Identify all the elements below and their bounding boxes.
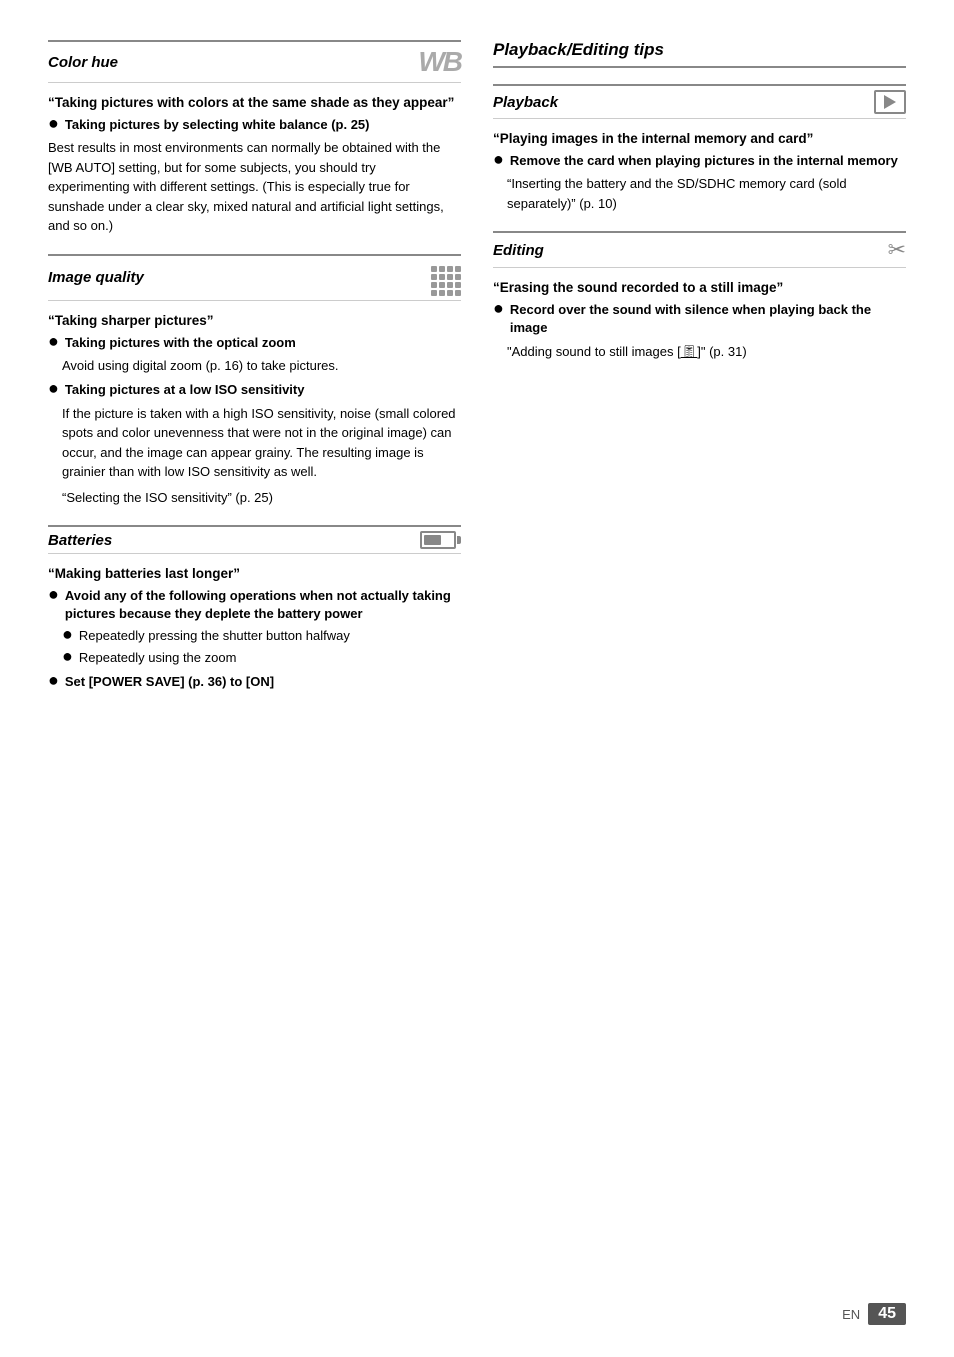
image-quality-bullet2-text: Taking pictures at a low ISO sensitivity [65, 381, 305, 399]
bullet-dot: ● [48, 585, 59, 603]
image-quality-header: Image quality [48, 254, 461, 301]
editing-subsection: “Erasing the sound recorded to a still i… [493, 280, 906, 361]
playback-icon [874, 90, 906, 114]
batteries-sub-bullet1-text: Repeatedly pressing the shutter button h… [79, 627, 350, 645]
color-hue-bullet1-text: Taking pictures by selecting white balan… [65, 116, 370, 134]
scissors-icon: ✂ [888, 237, 906, 263]
en-label: EN [842, 1307, 860, 1322]
wb-icon: WB [418, 46, 461, 78]
batteries-subsection: “Making batteries last longer” ● Avoid a… [48, 566, 461, 691]
batteries-title: Batteries [48, 532, 112, 549]
playback-title: Playback [493, 94, 558, 111]
batteries-bullet2-text: Set [POWER SAVE] (p. 36) to [ON] [65, 673, 274, 691]
image-quality-bullet1: ● Taking pictures with the optical zoom [48, 334, 461, 352]
playback-header: Playback [493, 84, 906, 119]
image-quality-subsection: “Taking sharper pictures” ● Taking pictu… [48, 313, 461, 507]
bullet-dot: ● [493, 299, 504, 317]
bullet-dot-small: ● [62, 625, 73, 643]
batteries-bullet1: ● Avoid any of the following operations … [48, 587, 461, 623]
color-hue-title: Color hue [48, 54, 118, 71]
bullet-dot-small: ● [62, 647, 73, 665]
bullet-dot: ● [48, 114, 59, 132]
color-hue-bullet1: ● Taking pictures by selecting white bal… [48, 116, 461, 134]
image-quality-title: Image quality [48, 269, 144, 286]
bullet-dot: ● [48, 332, 59, 350]
editing-body: "Adding sound to still images [🎚]" (p. 3… [507, 342, 906, 362]
editing-heading: “Erasing the sound recorded to a still i… [493, 280, 906, 295]
editing-header: Editing ✂ [493, 231, 906, 268]
batteries-bullet1-text: Avoid any of the following operations wh… [65, 587, 461, 623]
bullet-dot: ● [493, 150, 504, 168]
battery-icon [420, 531, 461, 549]
batteries-header: Batteries [48, 525, 461, 554]
playback-subsection: “Playing images in the internal memory a… [493, 131, 906, 213]
batteries-heading: “Making batteries last longer” [48, 566, 461, 581]
playback-bullet1-text: Remove the card when playing pictures in… [510, 152, 898, 170]
editing-title: Editing [493, 242, 544, 259]
page-footer: EN 45 [842, 1303, 906, 1325]
editing-bullet1-text: Record over the sound with silence when … [510, 301, 906, 337]
batteries-sub-bullet2: ● Repeatedly using the zoom [62, 649, 461, 667]
page-number: 45 [868, 1303, 906, 1325]
image-quality-body2: If the picture is taken with a high ISO … [62, 404, 461, 482]
batteries-sub-bullet2-text: Repeatedly using the zoom [79, 649, 237, 667]
color-hue-header: Color hue WB [48, 40, 461, 83]
editing-bullet1: ● Record over the sound with silence whe… [493, 301, 906, 337]
batteries-bullet2: ● Set [POWER SAVE] (p. 36) to [ON] [48, 673, 461, 691]
image-quality-body1: Avoid using digital zoom (p. 16) to take… [62, 356, 461, 376]
bullet-dot: ● [48, 379, 59, 397]
playback-bullet1: ● Remove the card when playing pictures … [493, 152, 906, 170]
image-quality-icon [431, 260, 461, 296]
playback-body: “Inserting the battery and the SD/SDHC m… [507, 174, 906, 213]
color-hue-subsection: “Taking pictures with colors at the same… [48, 95, 461, 236]
color-hue-body: Best results in most environments can no… [48, 138, 461, 236]
image-quality-ref: “Selecting the ISO sensitivity” (p. 25) [62, 488, 461, 508]
color-hue-heading: “Taking pictures with colors at the same… [48, 95, 461, 110]
right-main-title: Playback/Editing tips [493, 40, 906, 68]
batteries-sub-bullet1: ● Repeatedly pressing the shutter button… [62, 627, 461, 645]
image-quality-heading: “Taking sharper pictures” [48, 313, 461, 328]
image-quality-bullet1-text: Taking pictures with the optical zoom [65, 334, 296, 352]
bullet-dot: ● [48, 671, 59, 689]
playback-heading: “Playing images in the internal memory a… [493, 131, 906, 146]
image-quality-bullet2: ● Taking pictures at a low ISO sensitivi… [48, 381, 461, 399]
